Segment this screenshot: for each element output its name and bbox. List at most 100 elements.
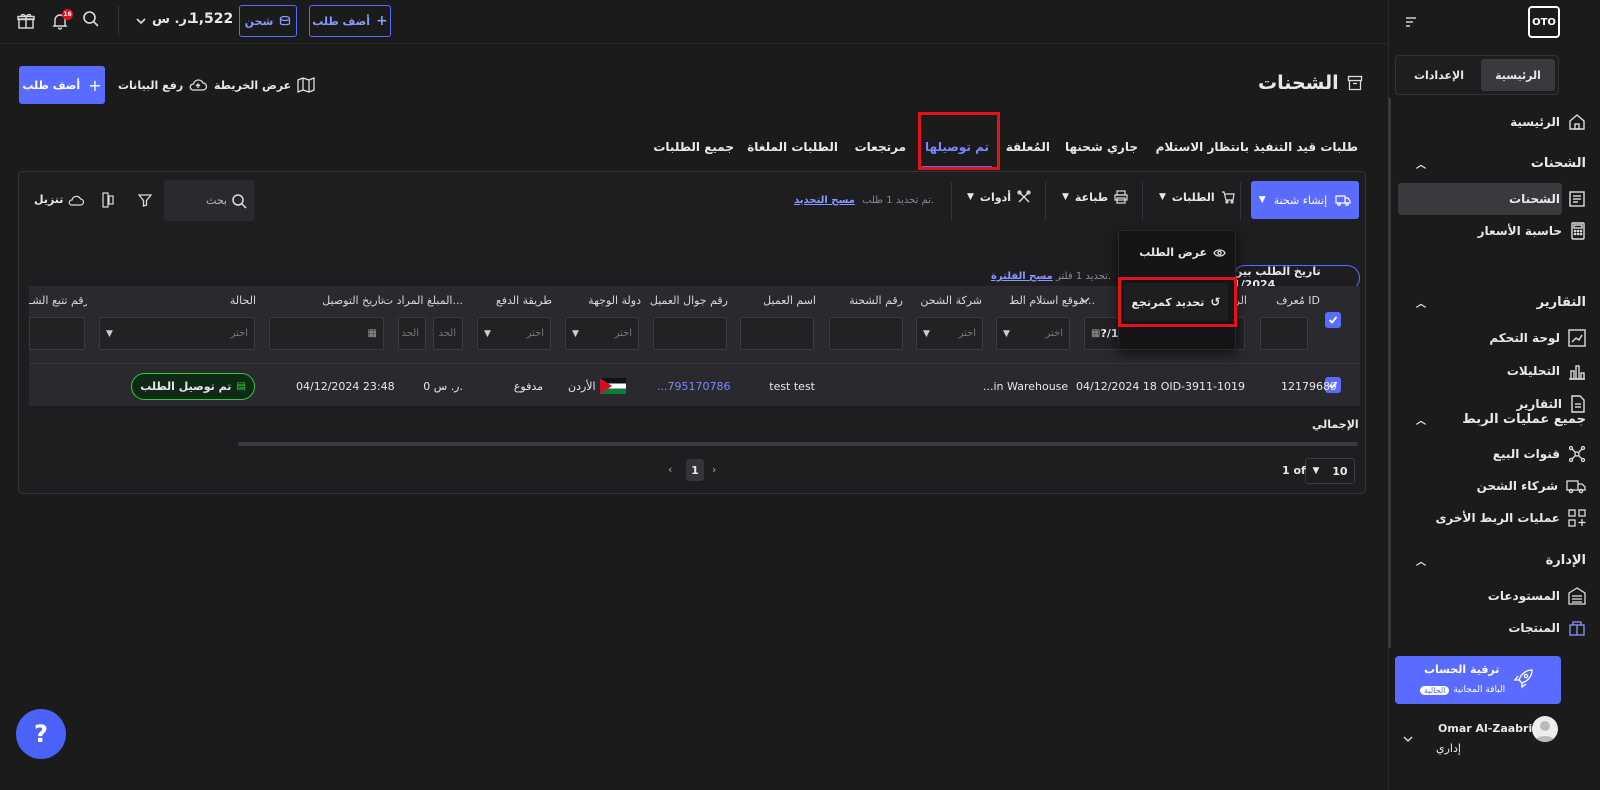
print-button[interactable]: ▼ طباعة [1062,190,1128,204]
user-avatar-icon [1535,721,1555,742]
orders-menu-button[interactable]: ▼ الطلبات [1159,190,1235,204]
sidebar-item-shipping-partners[interactable]: شركاء الشحن [1477,471,1586,501]
clear-selection-link[interactable]: مسح التحديد [794,195,855,206]
tab-pending[interactable]: المُعلقة [1006,140,1050,154]
create-shipment-button[interactable]: ▼ إنشاء شحنة [1251,181,1359,219]
toolbar-divider [1240,182,1241,220]
tools-menu-button[interactable]: ▼ أدوات [967,190,1031,204]
filter-id[interactable] [1260,317,1308,350]
help-button[interactable]: ? [16,709,66,759]
sidebar-item-analytics[interactable]: التحليلات [1507,356,1586,386]
balance-amount[interactable]: 1,522 [189,11,233,27]
col-header-pickup-location[interactable]: موقع استلام الط... [987,294,1095,307]
current-page-button[interactable]: 1 [686,459,704,481]
filter-destination[interactable]: ▼ اختر [565,317,639,350]
user-name[interactable]: Omar Al-Zaabri [1438,722,1532,735]
select-all-checkbox[interactable] [1325,312,1341,328]
add-order-button[interactable]: أضف طلب + [19,66,105,104]
cell-ref[interactable]: OID-3911-1019 [1161,380,1245,393]
filter-carrier[interactable]: ▼ اختر [916,317,983,350]
filter-amount-max[interactable]: الحد [433,317,463,350]
logo[interactable]: OTO [1528,6,1560,38]
chevron-up-icon: ︿ [1416,416,1426,427]
col-header-customer-name[interactable]: اسم العميل [763,294,816,307]
col-header-delivery-date[interactable]: تاريخ التوصيل [322,294,384,307]
chevron-down-icon: ▼ [484,328,491,339]
sidebar-item-other-integrations[interactable]: عمليات الربط الأخرى [1435,503,1586,533]
tab-cancelled[interactable]: الطلبات الملغاة [747,140,838,154]
sidebar-item-sales-channels[interactable]: قنوات البيع [1493,439,1586,469]
sidebar-section-integrations[interactable]: جميع عمليات الربط ︿ [1416,412,1586,427]
filter-icon[interactable] [137,192,153,208]
cell-id: 12179689 [1281,380,1337,393]
chevron-down-icon[interactable] [1403,734,1413,744]
sidebar-item-label: المستودعات [1487,589,1560,603]
sidebar-tab-settings[interactable]: الإعدادات [1400,59,1478,91]
grid-plus-icon [1568,509,1586,527]
search-icon [231,193,247,209]
col-header-destination[interactable]: دولة الوجهة [588,294,641,307]
tab-returns[interactable]: مرتجعات [855,140,906,154]
filter-payment-method[interactable]: ▼ اختر [477,317,551,350]
page-title: الشحنات [1258,72,1363,94]
columns-icon[interactable] [100,192,116,208]
col-header-shipment-number[interactable]: رقم الشحنة [849,294,903,307]
filter-tracking[interactable] [29,317,85,350]
search-box[interactable]: بحث [164,180,255,221]
ship-button[interactable]: شحن [239,5,297,37]
filter-status[interactable]: ▼ اختر [99,317,255,350]
gift-icon[interactable] [16,11,36,31]
menu-collapse-icon[interactable] [1403,14,1419,30]
col-header-carrier[interactable]: شركة الشحن [910,294,982,307]
col-header-amount[interactable]: المبلغ المراد ت... [379,294,463,307]
cloud-upload-icon [189,78,208,92]
col-header-customer-phone[interactable]: رقم جوال العميل [650,294,728,307]
filter-customer-phone[interactable] [653,317,727,350]
sidebar-item-warehouses[interactable]: المستودعات [1488,581,1586,611]
col-header-id[interactable]: مُعرف ID [1276,294,1320,307]
filter-pickup-location[interactable]: ▼ اختر [996,317,1070,350]
tab-awaiting-pickup[interactable]: بانتظار الاستلام [1156,140,1249,154]
sidebar-section-management[interactable]: الإدارة ︿ [1416,553,1586,568]
sidebar-scrollbar[interactable] [1388,98,1391,648]
filter-delivery-date[interactable]: ▦ [269,317,384,350]
balance-currency[interactable]: ر. س. [152,12,192,27]
home-icon [1568,113,1586,131]
next-page-icon[interactable]: ‹ [668,463,672,476]
avatar[interactable] [1532,716,1558,742]
sidebar-item-home[interactable]: الرئيسية [1510,107,1586,137]
clear-filter-link[interactable]: مسح الفلترة [991,271,1053,282]
page-title-text: الشحنات [1258,72,1339,94]
upload-data-button[interactable]: رفع البيانات [118,78,208,92]
chevron-down-icon[interactable] [134,14,148,28]
filter-shipment-number[interactable] [829,317,903,350]
tab-shipping[interactable]: جاري شحنها [1065,140,1138,154]
chevron-up-icon: ︿ [1416,160,1426,171]
view-order-menu-item[interactable]: عرض الطلب [1130,246,1226,259]
topbar-add-order-button[interactable]: أضف طلب + [309,5,391,37]
horizontal-scrollbar[interactable] [238,442,1358,446]
filter-amount-min[interactable]: الحد [398,317,426,350]
sidebar-item-dashboard[interactable]: لوحة التحكم [1489,323,1586,353]
prev-page-icon[interactable]: › [712,463,716,476]
tab-in-progress[interactable]: طلبات قيد التنفيذ [1253,140,1358,154]
sidebar-item-shipments[interactable]: الشحنات [1509,184,1586,214]
col-header-tracking[interactable]: رقم تتبع الشـ [29,294,87,307]
filter-customer-name[interactable] [740,317,814,350]
filter-choose-text: اختر [1045,328,1064,339]
selected-count-text: تم تحديد 1 طلب. [862,195,935,206]
cell-customer-phone[interactable]: 795170786... [657,380,731,393]
map-view-button[interactable]: عرض الخريطة [214,77,315,93]
sidebar-item-price-calculator[interactable]: حاسبة الأسعار [1478,216,1586,246]
sidebar-section-shipments[interactable]: الشحنات ︿ [1416,156,1586,171]
sidebar-tab-home[interactable]: الرئيسية [1481,59,1555,91]
col-header-payment-method[interactable]: طريقة الدفع [496,294,552,307]
chevron-up-icon: ︿ [1416,557,1426,568]
sidebar-item-products[interactable]: المنتجات [1508,613,1586,643]
download-button[interactable]: تنزيل [34,193,85,206]
page-size-select[interactable]: ▼ 10 [1305,458,1355,484]
sidebar-section-reports[interactable]: التقارير ︿ [1416,295,1586,310]
tab-all-orders[interactable]: جميع الطلبات [653,140,734,154]
col-header-status[interactable]: الحالة [230,294,256,307]
search-icon[interactable] [81,9,101,29]
